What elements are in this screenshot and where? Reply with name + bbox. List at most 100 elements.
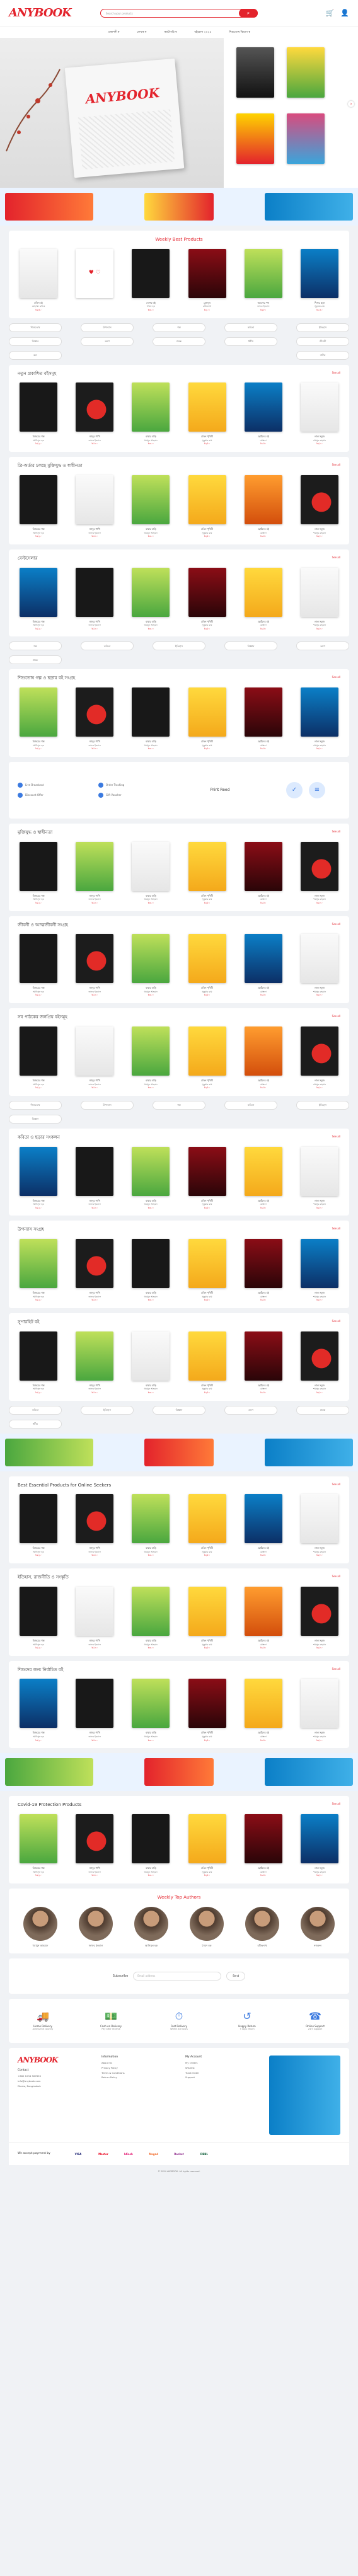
book-card[interactable]: জাদুর পাখি জাফর ইকবাল ৳১৮০	[74, 687, 115, 750]
book-card[interactable]: জাদুর পাখি জাফর ইকবাল ৳১৮০	[74, 1494, 115, 1557]
author-card[interactable]: হুমায়ুন আহমেদ	[18, 1906, 63, 1947]
category-chip[interactable]: বিজ্ঞান	[9, 336, 62, 346]
book-card[interactable]: রঙিন পৃথিবী সুকুমার রায় ৳২৫০	[187, 1026, 228, 1090]
book-card[interactable]: রঙিন পৃথিবী সুকুমার রায় ৳২৫০	[187, 1239, 228, 1302]
book-card[interactable]: বাবার বাড়ি হুমায়ুন আহমেদ ৳৩০০	[130, 382, 171, 446]
author-card[interactable]: সৈয়দ হক	[184, 1906, 229, 1947]
book-card[interactable]: রঙিন পৃথিবী সুকুমার রায় ৳২৫০	[187, 1586, 228, 1650]
book-card[interactable]: লাল সবুজ শামসুর রাহমান ৳২৮০	[299, 1146, 340, 1210]
book-card[interactable]: জাদুর পাখি জাফর ইকবাল ৳১৮০	[74, 1586, 115, 1650]
book-card[interactable]: বাবার বাড়ি হুমায়ুন আহমেদ ৳৩০০	[130, 934, 171, 997]
book-card[interactable]: লাল সবুজ শামসুর রাহমান ৳২৮০	[299, 934, 340, 997]
book-card[interactable]: দেশের বই সৈয়দ হক ৳৩০০	[130, 248, 171, 312]
book-card[interactable]: বাবার বাড়ি হুমায়ুন আহমেদ ৳৩০০	[130, 1586, 171, 1650]
category-chip[interactable]: ভ্রমণ	[81, 336, 134, 346]
stack-icon[interactable]: ≡	[309, 781, 325, 798]
book-card[interactable]: বিজয়ের গল্প আনিসুল হক ৳২২০	[18, 1494, 59, 1557]
category-chip[interactable]: ভ্রমণ	[224, 1405, 277, 1415]
subscribe-button[interactable]: Send	[226, 1971, 246, 1981]
book-card[interactable]: রঙিন পৃথিবী সুকুমার রায় ৳২৫০	[187, 1146, 228, 1210]
book-card[interactable]: লাল সবুজ শামসুর রাহমান ৳২৮০	[299, 382, 340, 446]
see-all-link[interactable]: See all	[332, 1667, 340, 1670]
book-card[interactable]: ছোটদের বই মোস্তফা ৳১৫০	[243, 1494, 284, 1557]
category-chip[interactable]: নাটক	[296, 350, 349, 360]
footer-item[interactable]: info@anybook.com	[18, 2079, 89, 2083]
see-all-link[interactable]: See all	[332, 830, 340, 833]
book-card[interactable]: ছোটদের বই মোস্তফা ৳১৫০	[243, 567, 284, 631]
category-chip[interactable]: বিজ্ঞান	[9, 1114, 62, 1124]
see-all-link[interactable]: See all	[332, 1015, 340, 1018]
book-card[interactable]: বিজয়ের গল্প আনিসুল হক ৳২২০	[18, 1331, 59, 1394]
book-card[interactable]: রঙিন পৃথিবী সুকুমার রায় ৳২৫০	[187, 567, 228, 631]
book-card[interactable]: জাদুর পাখি জাফর ইকবাল ৳১৮০	[74, 1331, 115, 1394]
author-card[interactable]: জাফর ইকবাল	[73, 1906, 118, 1947]
footer-link[interactable]: Wishlist	[185, 2066, 257, 2070]
book-card[interactable]: বিজয়ের গল্প আনিসুল হক ৳২২০	[18, 1146, 59, 1210]
book-card[interactable]: শিশুর ছড়া সুকুমার রায় ৳১৫০	[299, 248, 340, 312]
footer-link[interactable]: Privacy Policy	[101, 2066, 173, 2070]
see-all-link[interactable]: See all	[332, 1227, 340, 1230]
hero-cover[interactable]	[236, 47, 274, 98]
book-card[interactable]: ছোটদের বই মোস্তফা ৳১৫০	[243, 474, 284, 538]
category-chip[interactable]: কবিতা	[224, 1100, 277, 1110]
book-card[interactable]: বাবার বাড়ি হুমায়ুন আহমেদ ৳৩০০	[130, 1679, 171, 1742]
book-card[interactable]: মেঘদূত রবীন্দ্রনাথ ৳২০০	[187, 248, 228, 312]
category-chip[interactable]: ভ্রমণ	[296, 641, 349, 651]
book-card[interactable]: লাল সবুজ শামসুর রাহমান ৳২৮০	[299, 567, 340, 631]
book-card[interactable]: ছোটদের বই মোস্তফা ৳১৫০	[243, 934, 284, 997]
category-chip[interactable]: ধর্মীয়	[224, 336, 277, 346]
nav-item[interactable]: লেখক ▾	[137, 31, 146, 35]
book-card[interactable]: লাল সবুজ শামসুর রাহমান ৳২৮০	[299, 474, 340, 538]
logo[interactable]: ANYBOOK	[9, 6, 72, 21]
category-chip[interactable]: উপন্যাস	[81, 1100, 134, 1110]
book-card[interactable]: বিজয়ের গল্প আনিসুল হক ৳২২০	[18, 474, 59, 538]
book-card[interactable]: বিজয়ের গল্প আনিসুল হক ৳২২০	[18, 1239, 59, 1302]
cart-icon[interactable]: 🛒	[326, 9, 335, 18]
footer-link[interactable]: Terms & Conditions	[101, 2071, 173, 2075]
book-card[interactable]: জাদুর পাখি জাফর ইকবাল ৳১৮০	[74, 382, 115, 446]
book-card[interactable]: বিজয়ের গল্প আনিসুল হক ৳২২০	[18, 1586, 59, 1650]
book-card[interactable]: ছোটদের বই মোস্তফা ৳১৫০	[243, 1814, 284, 1877]
category-chip[interactable]: ইতিহাস	[153, 641, 205, 651]
book-card[interactable]: রঙিন পৃথিবী সুকুমার রায় ৳২৫০	[187, 1331, 228, 1394]
book-card[interactable]: জাদুর পাখি জাফর ইকবাল ৳১৮০	[74, 474, 115, 538]
search-input[interactable]: Search your products ⌕	[100, 9, 258, 18]
category-chip[interactable]: গল্প	[153, 323, 205, 332]
footer-link[interactable]: Track Order	[185, 2071, 257, 2075]
book-card[interactable]: বাবার বাড়ি হুমায়ুন আহমেদ ৳৩০০	[130, 1239, 171, 1302]
book-card[interactable]: বাবার বাড়ি হুমায়ুন আহমেদ ৳৩০০	[130, 1331, 171, 1394]
book-card[interactable]: রঙিন পৃথিবী সুকুমার রায় ৳২৫০	[187, 474, 228, 538]
feature-center[interactable]: Print Reed	[169, 788, 271, 793]
book-card[interactable]: রঙিন পৃথিবী সুকুমার রায় ৳২৫০	[187, 1679, 228, 1742]
book-card[interactable]: ছোটদের বই মোস্তফা ৳১৫০	[243, 1239, 284, 1302]
book-card[interactable]: ছোটদের বই মোস্তফা ৳১৫০	[243, 1146, 284, 1210]
see-all-link[interactable]: See all	[332, 1135, 340, 1138]
book-card[interactable]: লাল সবুজ শামসুর রাহমান ৳২৮০	[299, 1239, 340, 1302]
see-all-link[interactable]: See all	[332, 556, 340, 559]
category-chip[interactable]: প্রবন্ধ	[9, 655, 62, 665]
footer-link[interactable]: Return Policy	[101, 2076, 173, 2079]
book-card[interactable]: আলোর পথ জাফর ইকবাল ৳২৮০	[243, 248, 284, 312]
category-chip[interactable]: শিশুতোষ	[9, 323, 62, 332]
book-card[interactable]: জাদুর পাখি জাফর ইকবাল ৳১৮০	[74, 567, 115, 631]
category-chip[interactable]: ইতিহাস	[296, 1100, 349, 1110]
book-card[interactable]: ছোটদের বই মোস্তফা ৳১৫০	[243, 841, 284, 905]
see-all-link[interactable]: See all	[332, 1575, 340, 1578]
footer-logo[interactable]: ANYBOOK	[18, 2056, 59, 2065]
promo-banner[interactable]	[0, 188, 358, 226]
category-chip[interactable]: ধর্মীয়	[9, 1419, 62, 1429]
book-card[interactable]: ছোটদের বই মোস্তফা ৳১৫০	[243, 1679, 284, 1742]
book-card[interactable]: লাল সবুজ শামসুর রাহমান ৳২৮০	[299, 1679, 340, 1742]
book-card[interactable]: লাল সবুজ শামসুর রাহমান ৳২৮০	[299, 1586, 340, 1650]
badge-icon[interactable]: ✓	[286, 781, 303, 798]
book-card[interactable]: ছোটদের বই মোস্তফা ৳১৫০	[243, 382, 284, 446]
see-all-link[interactable]: See all	[332, 1802, 340, 1805]
footer-link[interactable]: My Orders	[185, 2062, 257, 2065]
category-chip[interactable]: ইতিহাস	[296, 323, 349, 332]
feature-link[interactable]: Discount Offer	[18, 792, 88, 798]
see-all-link[interactable]: See all	[332, 463, 340, 466]
category-chip[interactable]: কবিতা	[9, 1405, 62, 1415]
book-card[interactable]: বাবার বাড়ি হুমায়ুন আহমেদ ৳৩০০	[130, 474, 171, 538]
book-card[interactable]: রঙিন পৃথিবী সুকুমার রায় ৳২৫০	[187, 1814, 228, 1877]
book-card[interactable]: ছোটদের বই মোস্তফা ৳১৫০	[243, 687, 284, 750]
